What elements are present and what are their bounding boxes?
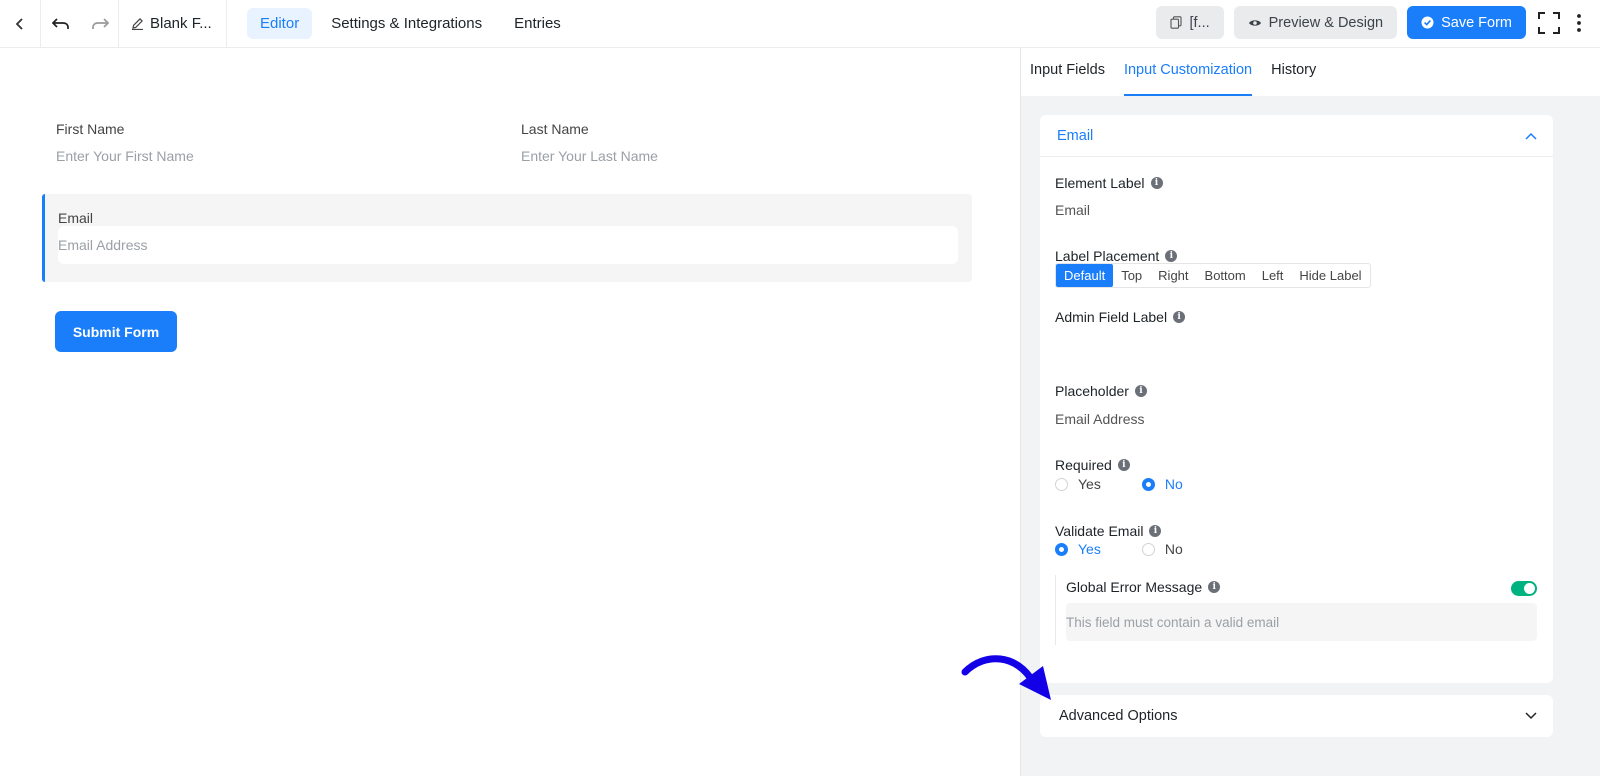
placement-bottom[interactable]: Bottom: [1197, 264, 1254, 287]
required-yes-label[interactable]: Yes: [1078, 476, 1101, 492]
element-label-heading: Element Label i: [1055, 175, 1163, 191]
tab-input-fields[interactable]: Input Fields: [1030, 62, 1105, 96]
top-toolbar: Blank F... Editor Settings & Integration…: [0, 0, 1600, 48]
info-icon: i: [1134, 385, 1147, 397]
required-text: Required: [1055, 457, 1112, 473]
info-icon: i: [1150, 177, 1163, 189]
sidebar-tabs: Input Fields Input Customization History: [1021, 48, 1600, 96]
validate-yes-radio[interactable]: [1055, 542, 1068, 556]
tab-entries[interactable]: Entries: [501, 8, 574, 39]
email-settings-panel: Email Element Label i Email Label Placem…: [1040, 115, 1553, 683]
copy-icon: [1170, 16, 1183, 29]
tab-history[interactable]: History: [1271, 62, 1316, 96]
eye-icon: [1248, 19, 1261, 26]
save-form-label: Save Form: [1441, 14, 1512, 31]
global-error-section: Global Error Message i This field must c…: [1055, 575, 1537, 645]
form-title[interactable]: Blank F...: [119, 0, 227, 48]
required-yes-radio[interactable]: [1055, 477, 1068, 491]
label-placement-options: Default Top Right Bottom Left Hide Label: [1055, 263, 1371, 288]
toolbar-actions: [f... Preview & Design Save Form: [1156, 6, 1586, 39]
tab-editor[interactable]: Editor: [247, 8, 313, 39]
validate-yes-label[interactable]: Yes: [1078, 541, 1101, 557]
shortcode-button[interactable]: [f...: [1156, 6, 1224, 39]
required-no-radio[interactable]: [1141, 477, 1155, 491]
placeholder-input[interactable]: Email Address: [1055, 411, 1144, 427]
panel-header[interactable]: Email: [1040, 115, 1553, 157]
chevron-left-icon: [15, 17, 23, 30]
check-circle-icon: [1421, 16, 1434, 29]
advanced-options-toggle[interactable]: Advanced Options: [1040, 695, 1553, 737]
admin-field-label-heading: Admin Field Label i: [1055, 309, 1186, 325]
global-error-toggle[interactable]: [1511, 581, 1537, 596]
first-name-input[interactable]: Enter Your First Name: [56, 148, 194, 164]
element-label-input[interactable]: Email: [1055, 202, 1090, 218]
tab-settings-integrations[interactable]: Settings & Integrations: [318, 8, 495, 39]
preview-design-label: Preview & Design: [1268, 14, 1384, 31]
last-name-input[interactable]: Enter Your Last Name: [521, 148, 658, 164]
placement-hide-label[interactable]: Hide Label: [1291, 264, 1369, 287]
admin-field-label-input[interactable]: [1055, 336, 1535, 360]
preview-design-button[interactable]: Preview & Design: [1233, 6, 1398, 39]
global-error-input[interactable]: This field must contain a valid email: [1066, 603, 1537, 641]
placement-right[interactable]: Right: [1150, 264, 1196, 287]
undo-icon: [52, 17, 69, 29]
placement-default[interactable]: Default: [1056, 264, 1114, 287]
form-title-text: Blank F...: [150, 15, 212, 32]
back-button[interactable]: [0, 0, 41, 48]
global-error-placeholder: This field must contain a valid email: [1066, 615, 1280, 630]
email-label: Email: [58, 210, 94, 226]
placement-left[interactable]: Left: [1254, 264, 1292, 287]
more-options-button[interactable]: [1572, 6, 1586, 39]
placeholder-text: Placeholder: [1055, 383, 1129, 399]
admin-field-label-text: Admin Field Label: [1055, 309, 1168, 325]
panel-title: Email: [1057, 127, 1094, 144]
label-placement-text: Label Placement: [1055, 248, 1160, 264]
info-icon: i: [1149, 525, 1162, 537]
placement-top[interactable]: Top: [1113, 264, 1150, 287]
validate-no-label[interactable]: No: [1165, 541, 1183, 557]
advanced-options-label: Advanced Options: [1059, 708, 1178, 724]
required-options: Yes No: [1055, 476, 1183, 492]
global-error-heading: Global Error Message i: [1066, 579, 1221, 595]
label-placement-heading: Label Placement i: [1055, 248, 1178, 264]
validate-no-radio[interactable]: [1141, 542, 1155, 556]
form-canvas: First Name Enter Your First Name Last Na…: [0, 48, 1020, 776]
validate-email-text: Validate Email: [1055, 523, 1144, 539]
validate-email-heading: Validate Email i: [1055, 523, 1162, 539]
undo-button[interactable]: [41, 0, 81, 48]
info-icon: i: [1208, 581, 1221, 593]
fullscreen-button[interactable]: [1536, 6, 1562, 39]
first-name-label: First Name: [56, 121, 125, 137]
email-input[interactable]: Email Address: [58, 226, 958, 264]
redo-icon: [91, 17, 109, 29]
validate-email-options: Yes No: [1055, 541, 1183, 557]
pencil-icon: [132, 18, 143, 30]
shortcode-label: [f...: [1189, 14, 1210, 31]
required-heading: Required i: [1055, 457, 1130, 473]
fullscreen-icon: [1538, 11, 1560, 34]
redo-button[interactable]: [81, 0, 119, 48]
settings-sidebar: Input Fields Input Customization History…: [1020, 48, 1600, 776]
kebab-menu-icon: [1577, 13, 1581, 32]
chevron-up-icon: [1525, 132, 1537, 140]
tab-input-customization[interactable]: Input Customization: [1123, 62, 1253, 96]
annotation-arrow-icon: [961, 655, 1051, 700]
save-form-button[interactable]: Save Form: [1407, 6, 1526, 39]
placeholder-heading: Placeholder i: [1055, 383, 1147, 399]
main-tabs: Editor Settings & Integrations Entries: [247, 8, 574, 39]
global-error-text: Global Error Message: [1066, 579, 1203, 595]
required-no-label[interactable]: No: [1165, 476, 1183, 492]
email-field-block[interactable]: Email Email Address: [42, 194, 972, 282]
info-icon: i: [1173, 311, 1186, 323]
chevron-down-icon: [1525, 712, 1537, 720]
submit-form-button[interactable]: Submit Form: [55, 311, 177, 352]
info-icon: i: [1165, 250, 1178, 262]
info-icon: i: [1117, 459, 1130, 471]
last-name-label: Last Name: [521, 121, 589, 137]
element-label-text: Element Label: [1055, 175, 1145, 191]
